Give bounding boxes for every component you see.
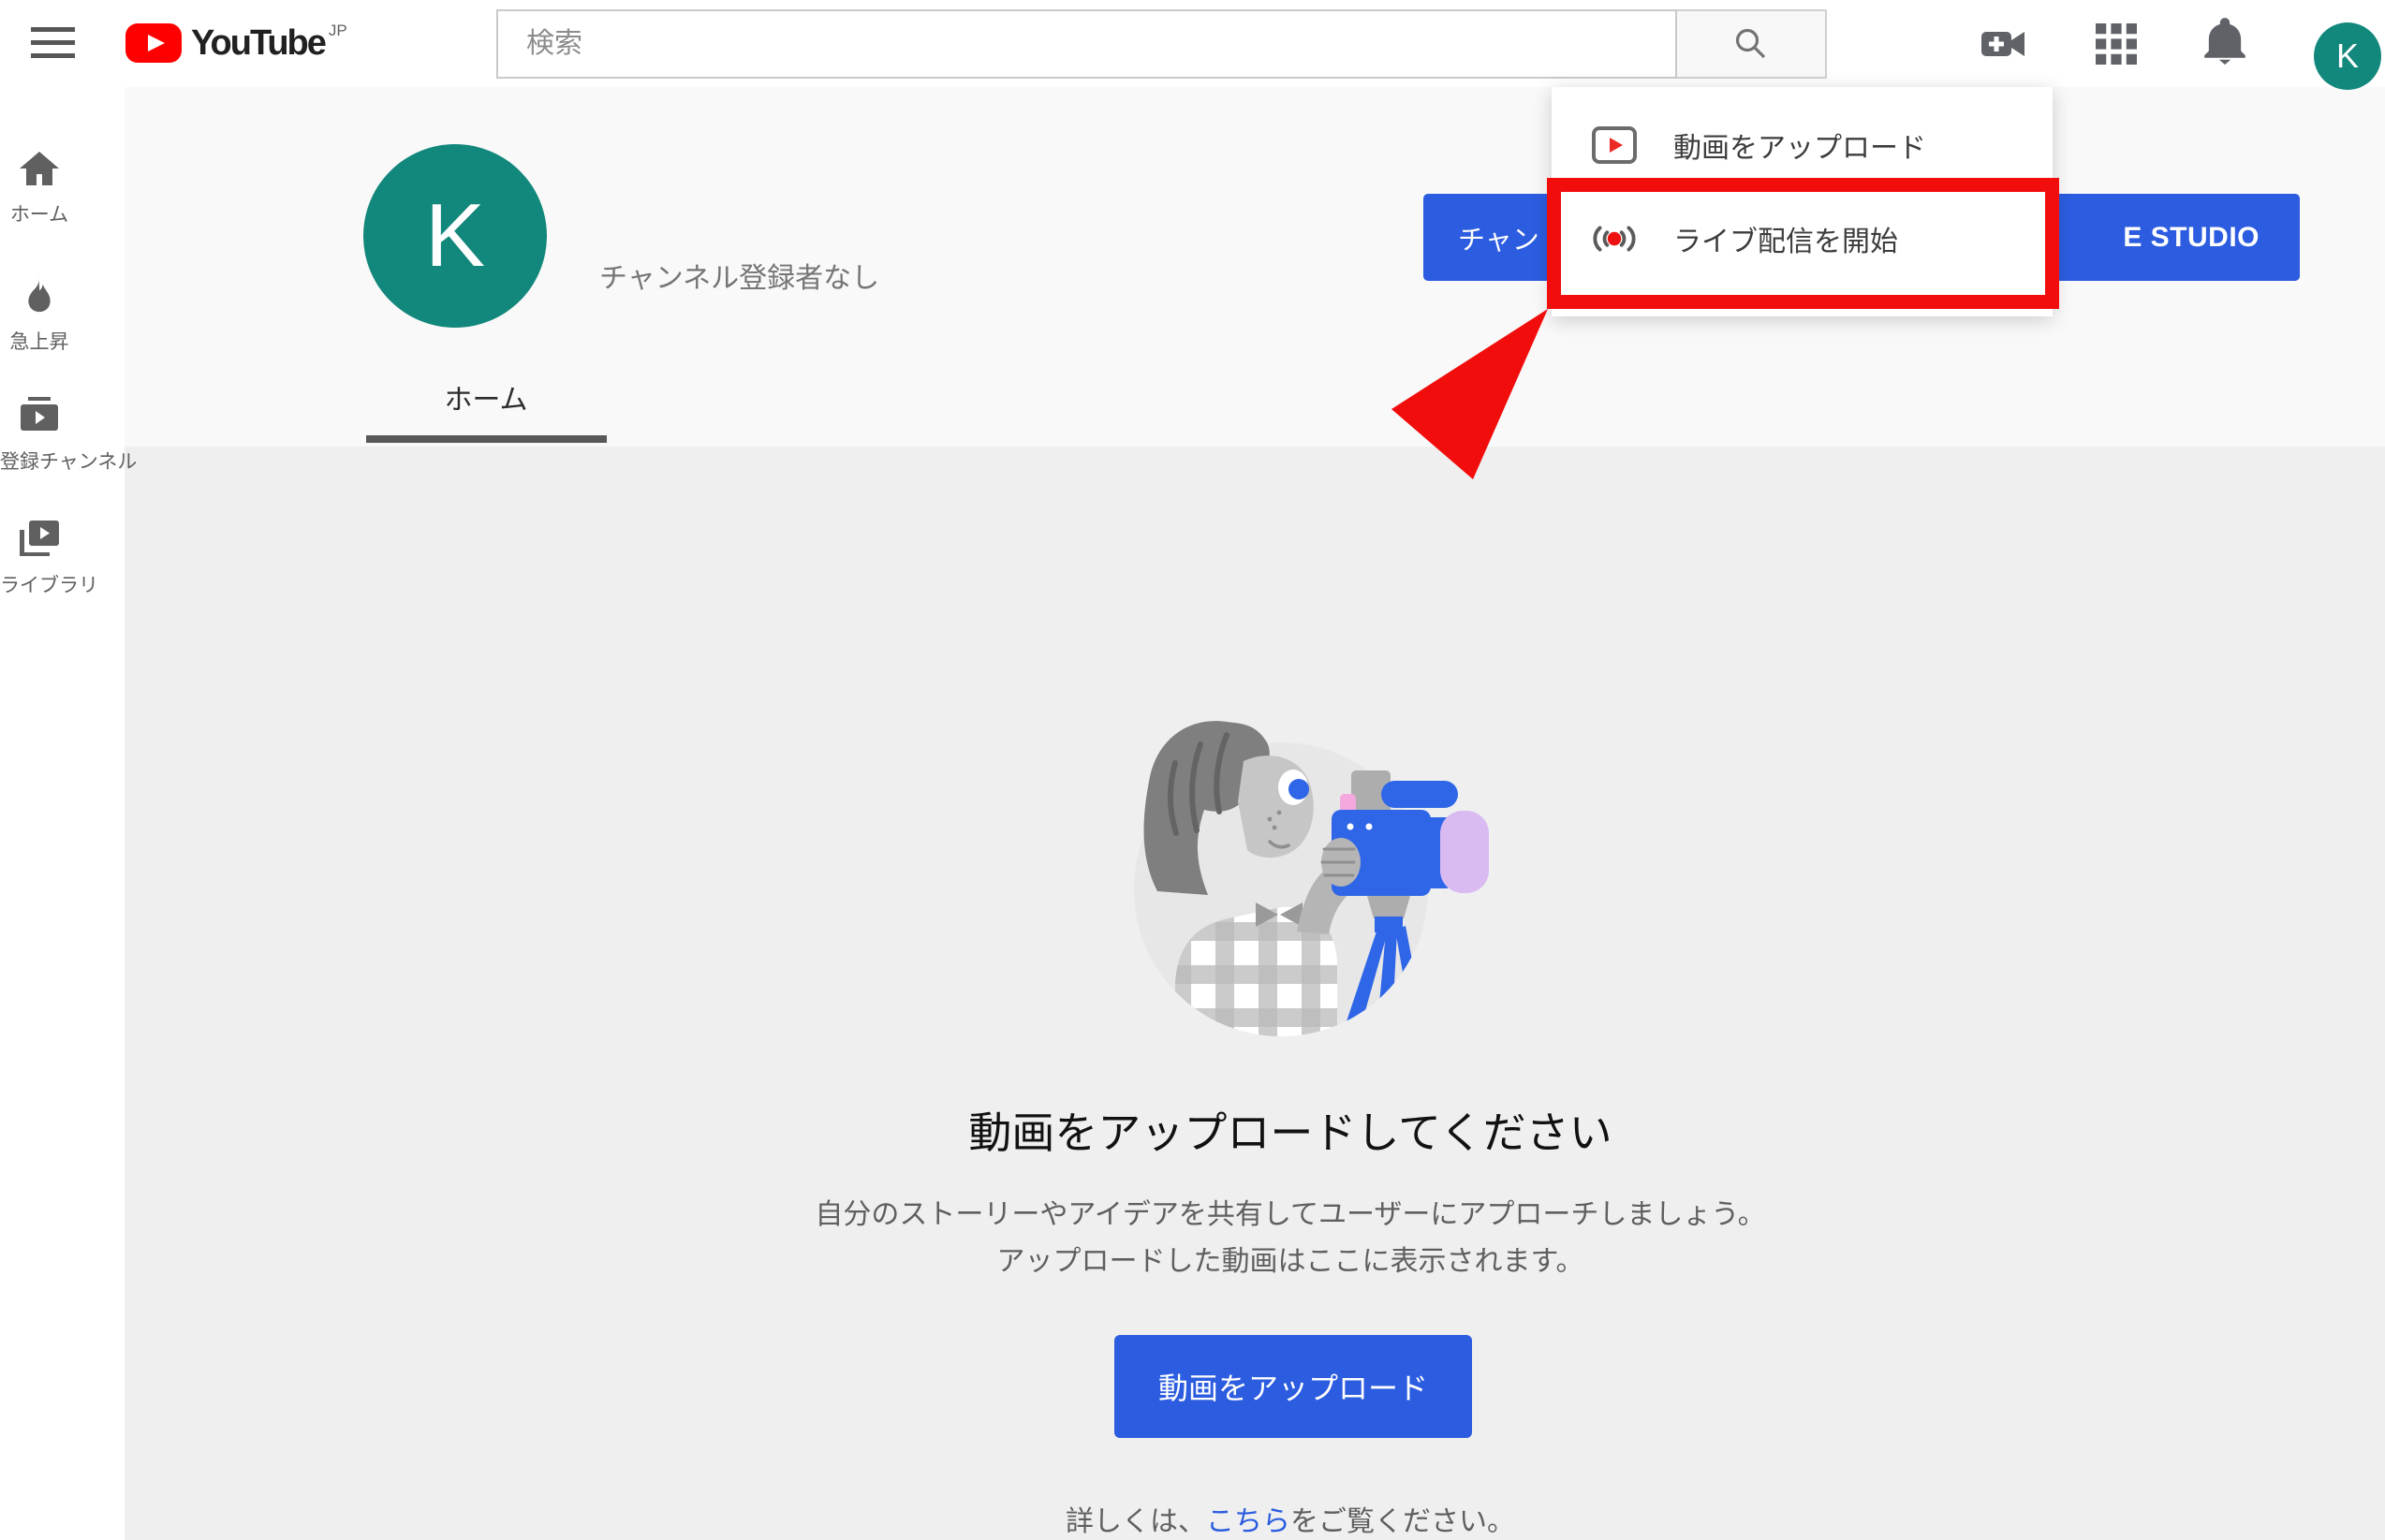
youtube-play-icon <box>125 23 182 63</box>
sidebar: ホーム 急上昇 登録チャンネル ライブラリ <box>0 87 125 1540</box>
learn-more-link[interactable]: こちら <box>1206 1506 1290 1537</box>
empty-state-title: 動画をアップロードしてください <box>160 1099 2385 1161</box>
notifications-button[interactable] <box>2199 19 2251 62</box>
channel-avatar[interactable]: K <box>363 144 547 328</box>
channel-content: 動画をアップロードしてください 自分のストーリーやアイデアを共有してユーザーにア… <box>125 447 2385 1540</box>
create-video-button[interactable] <box>1978 22 2030 66</box>
sidebar-item-label: 登録チャンネル <box>0 447 79 475</box>
empty-state-description-1: 自分のストーリーやアイデアを共有してユーザーにアプローチしましょう。 <box>160 1191 2385 1232</box>
bell-icon <box>2203 16 2246 65</box>
active-tab-underline <box>366 435 607 443</box>
avatar-initial: K <box>2336 37 2359 76</box>
video-camera-plus-icon <box>1980 26 2027 62</box>
sidebar-item-home[interactable]: ホーム <box>0 150 79 227</box>
home-icon <box>18 150 61 187</box>
create-menu-dropdown: 動画をアップロード ライブ配信を開始 <box>1552 87 2053 316</box>
logo-region-code: JP <box>329 22 347 40</box>
empty-state-description-2: アップロードした動画はここに表示されます。 <box>160 1238 2385 1279</box>
search-input[interactable] <box>496 9 1677 79</box>
upload-video-icon <box>1589 126 1640 164</box>
youtube-logo[interactable]: YouTube JP <box>125 23 347 66</box>
library-icon <box>18 521 61 558</box>
upload-illustration <box>1086 707 1498 1081</box>
menu-hamburger-icon[interactable] <box>31 27 75 61</box>
flame-icon <box>21 273 58 315</box>
tab-home[interactable]: ホーム <box>430 376 542 418</box>
youtube-studio-label: E STUDIO <box>2123 222 2260 254</box>
search-icon <box>1734 27 1768 61</box>
sidebar-item-label: 急上昇 <box>0 327 79 355</box>
subscriptions-icon <box>19 397 60 434</box>
menu-item-label: 動画をアップロード <box>1673 125 1926 166</box>
upload-video-button[interactable]: 動画をアップロード <box>1114 1335 1472 1438</box>
sidebar-item-subscriptions[interactable]: 登録チャンネル <box>0 397 79 475</box>
apps-grid-icon <box>2096 23 2137 65</box>
search-button[interactable] <box>1677 9 1827 79</box>
top-bar: YouTube JP <box>0 0 2385 87</box>
sidebar-item-label: ライブラリ <box>0 570 79 598</box>
learn-more-prefix: 詳しくは、 <box>1066 1506 1206 1537</box>
customize-channel-label: チャン <box>1458 218 1539 257</box>
learn-more-suffix: をご覧ください。 <box>1290 1506 1515 1537</box>
sidebar-item-trending[interactable]: 急上昇 <box>0 273 79 355</box>
logo-wordmark: YouTube <box>191 23 325 63</box>
learn-more-text: 詳しくは、こちらをご覧ください。 <box>160 1498 2385 1539</box>
sidebar-item-library[interactable]: ライブラリ <box>0 521 79 598</box>
menu-item-upload-video[interactable]: 動画をアップロード <box>1552 98 2053 192</box>
channel-avatar-initial: K <box>425 184 485 287</box>
menu-item-go-live[interactable]: ライブ配信を開始 <box>1552 192 2053 286</box>
account-avatar[interactable]: K <box>2314 22 2381 90</box>
live-broadcast-icon <box>1589 220 1640 257</box>
sidebar-item-label: ホーム <box>0 199 79 227</box>
subscriber-count: チャンネル登録者なし <box>599 255 879 296</box>
apps-grid-button[interactable] <box>2090 22 2142 66</box>
menu-item-label: ライブ配信を開始 <box>1673 218 1898 259</box>
youtube-channel-page: YouTube JP <box>0 0 2385 1540</box>
